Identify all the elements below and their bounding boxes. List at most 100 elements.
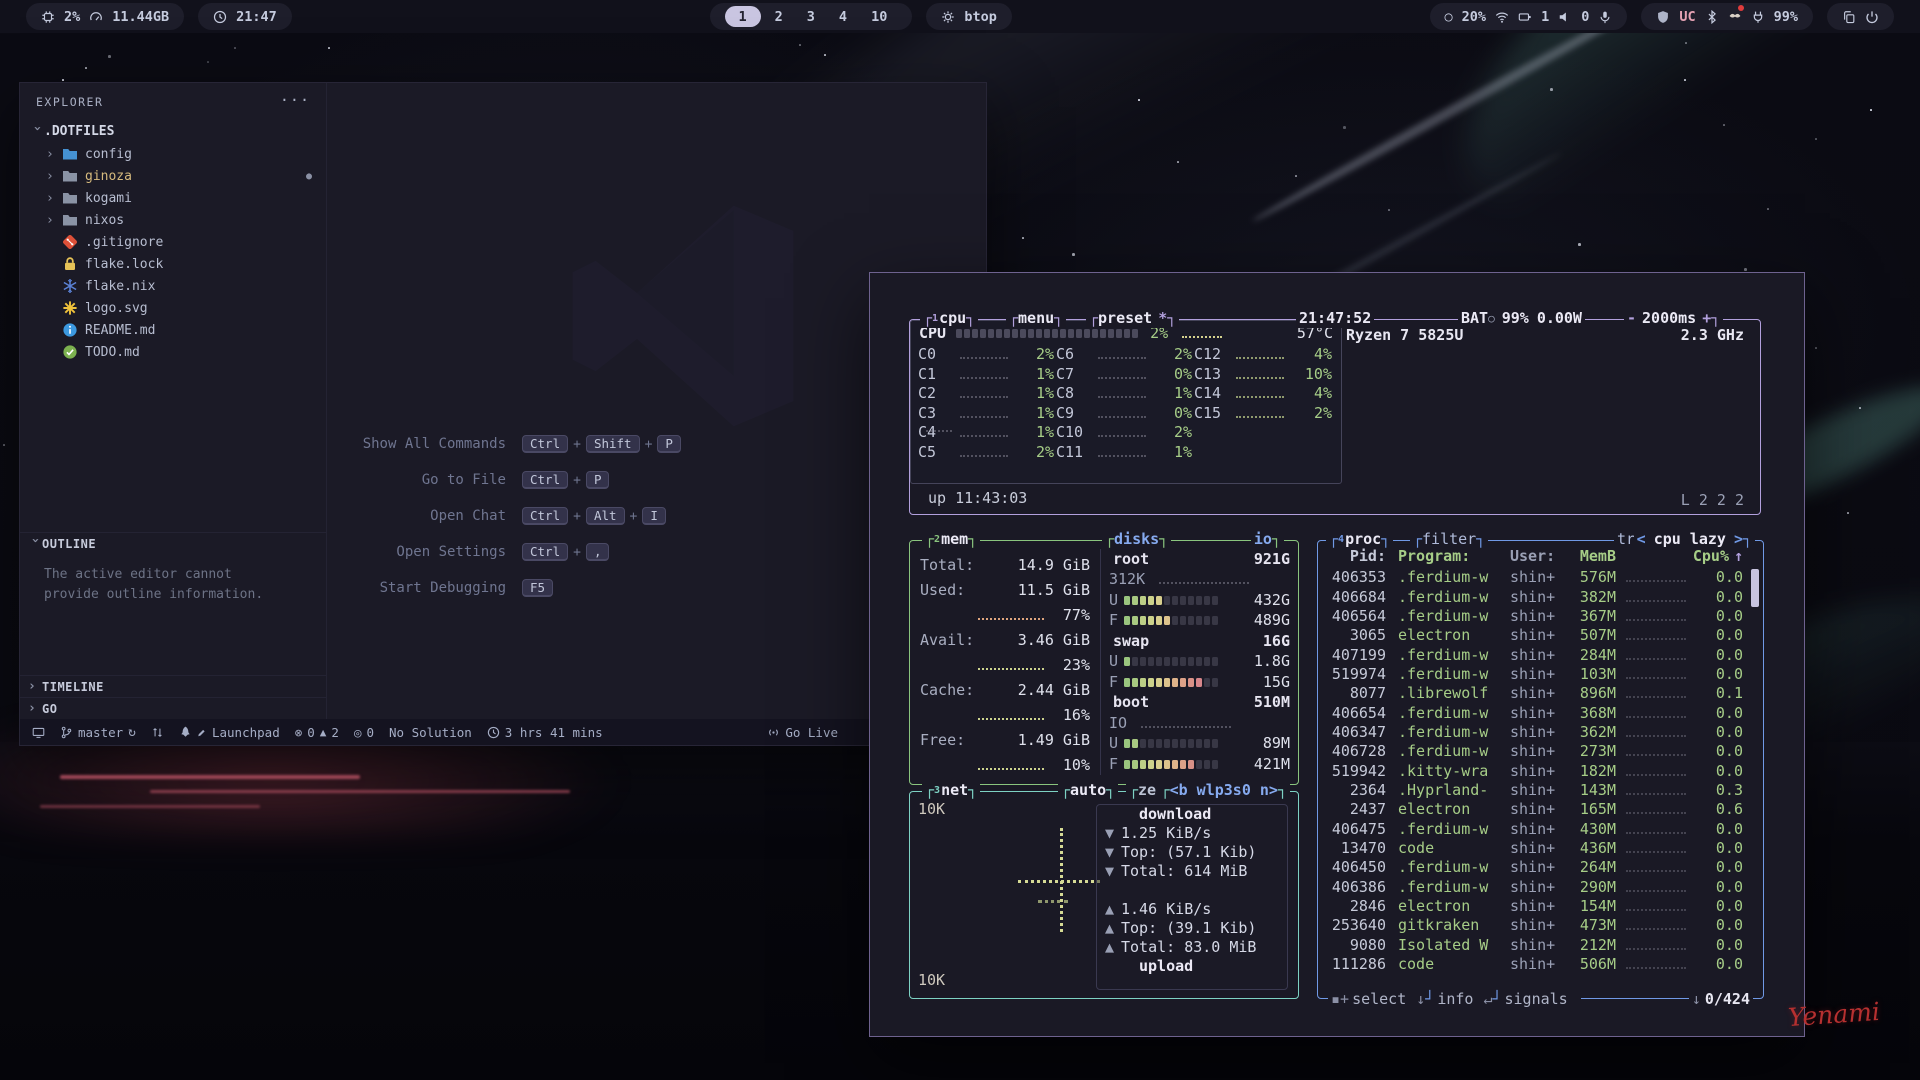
process-row[interactable]: 2364 .Hyprland- shin+ 143M 0.3 xyxy=(1324,781,1743,800)
process-user: shin+ xyxy=(1510,723,1566,742)
tree-item[interactable]: › README.md xyxy=(20,319,326,341)
explorer-title: EXPLORER xyxy=(36,95,103,109)
process-row[interactable]: 8077 .librewolf shin+ 896M 0.1 xyxy=(1324,684,1743,703)
process-name: .kitty-wra xyxy=(1398,762,1510,781)
clipboard-icon[interactable] xyxy=(1842,10,1856,24)
time-tracker-item[interactable]: 3 hrs 41 mins xyxy=(487,725,603,740)
process-row[interactable]: 406654 .ferdium-w shin+ 368M 0.0 xyxy=(1324,703,1743,722)
notification-tray-icon[interactable] xyxy=(1728,8,1742,26)
process-pid: 519974 xyxy=(1324,665,1386,684)
proc-scrollbar[interactable] xyxy=(1751,569,1759,607)
workspace-button[interactable]: 4 xyxy=(829,3,857,30)
proc-table-header[interactable]: Pid: Program: User: MemB Cpu% ↑ xyxy=(1324,547,1743,566)
process-row[interactable]: 406684 .ferdium-w shin+ 382M 0.0 xyxy=(1324,587,1743,606)
key-cap: P xyxy=(586,471,610,489)
process-row[interactable]: 2846 electron shin+ 154M 0.0 xyxy=(1324,897,1743,916)
process-row[interactable]: 13470 code shin+ 436M 0.0 xyxy=(1324,839,1743,858)
timeline-header[interactable]: › TIMELINE xyxy=(20,675,326,697)
hardware-widget[interactable]: ○ 20% 1 0 xyxy=(1430,3,1628,30)
workspace-button[interactable]: 3 xyxy=(797,3,825,30)
tree-item[interactable]: › kogami xyxy=(20,187,326,209)
git-compare-item[interactable] xyxy=(151,726,164,739)
tree-item[interactable]: › logo.svg xyxy=(20,297,326,319)
process-pid: 3065 xyxy=(1324,626,1386,645)
download-label: download xyxy=(1097,805,1287,824)
system-stats-widget[interactable]: 2% 11.44GB xyxy=(26,3,184,30)
process-name: .ferdium-w xyxy=(1398,568,1510,587)
ports-item[interactable]: ◎ 0 xyxy=(354,725,374,740)
load-average: L 2 2 2 xyxy=(1681,491,1744,510)
process-row[interactable]: 406475 .ferdium-w shin+ 430M 0.0 xyxy=(1324,819,1743,838)
power-icon[interactable] xyxy=(1865,10,1879,24)
active-window-widget[interactable]: btop xyxy=(926,3,1012,30)
proc-footer-keys[interactable]: ▪+select ↓┘info ↵┘signals xyxy=(1328,990,1581,1009)
io-title[interactable]: io┐ xyxy=(1251,530,1284,549)
kbd-battery-icon xyxy=(1518,10,1532,24)
tree-item[interactable]: › nixos xyxy=(20,209,326,231)
file-name: kogami xyxy=(85,191,132,206)
problems-item[interactable]: ⊗ 0 ▲ 2 xyxy=(295,725,339,740)
process-row[interactable]: 111286 code shin+ 506M 0.0 xyxy=(1324,955,1743,974)
mem-box-title[interactable]: ┌2mem┐ xyxy=(922,530,980,549)
process-row[interactable]: 253640 gitkraken shin+ 473M 0.0 xyxy=(1324,916,1743,935)
process-row[interactable]: 407199 .ferdium-w shin+ 284M 0.0 xyxy=(1324,645,1743,664)
keyboard-layout[interactable]: UC xyxy=(1679,9,1695,25)
tray-widget[interactable]: UC 99% xyxy=(1641,3,1813,30)
tree-item[interactable]: › ginoza ● xyxy=(20,165,326,187)
sync-icon[interactable]: ↻ xyxy=(128,725,136,740)
process-row[interactable]: 406386 .ferdium-w shin+ 290M 0.0 xyxy=(1324,878,1743,897)
outline-header[interactable]: › OUTLINE xyxy=(20,532,326,554)
tree-item[interactable]: › config xyxy=(20,143,326,165)
process-name: Isolated W xyxy=(1398,936,1510,955)
tree-root[interactable]: › .DOTFILES xyxy=(20,119,326,143)
bluetooth-icon[interactable] xyxy=(1705,10,1719,24)
tree-item[interactable]: › flake.lock xyxy=(20,253,326,275)
solution-item[interactable]: No Solution xyxy=(389,725,472,740)
file-icon xyxy=(62,168,78,184)
workspace-button[interactable]: 10 xyxy=(861,3,897,30)
tree-item[interactable]: › .gitignore xyxy=(20,231,326,253)
tree-item[interactable]: › TODO.md xyxy=(20,341,326,363)
process-user: shin+ xyxy=(1510,568,1566,587)
preset-button[interactable]: ┌preset*┐ xyxy=(1086,309,1179,328)
active-window-title: btop xyxy=(964,9,997,25)
process-row[interactable]: 9080 Isolated W shin+ 212M 0.0 xyxy=(1324,936,1743,955)
workspace-button[interactable]: 2 xyxy=(765,3,793,30)
launchpad-item[interactable]: Launchpad xyxy=(179,725,280,740)
workspace-button[interactable]: 1 xyxy=(725,6,761,27)
keybinding-hints: Show All Commands Ctrl+Shift+P Go to Fil… xyxy=(356,435,826,597)
cpu-model: Ryzen 7 5825U xyxy=(1346,326,1463,345)
hint-label: Start Debugging xyxy=(356,579,506,598)
mem-row: Total: 14.9 GiB xyxy=(920,553,1090,578)
key-cap: Alt xyxy=(586,507,625,525)
process-name: gitkraken xyxy=(1398,916,1510,935)
process-row[interactable]: 406347 .ferdium-w shin+ 362M 0.0 xyxy=(1324,723,1743,742)
git-branch-item[interactable]: master ↻ xyxy=(60,725,136,740)
disk-row: F 421M xyxy=(1109,754,1290,775)
microphone-icon xyxy=(1598,10,1612,24)
process-row[interactable]: 406353 .ferdium-w shin+ 576M 0.0 xyxy=(1324,568,1743,587)
clock-widget[interactable]: 21:47 xyxy=(198,3,292,30)
wifi-icon xyxy=(1495,10,1509,24)
process-row[interactable]: 519974 .ferdium-w shin+ 103M 0.0 xyxy=(1324,665,1743,684)
go-header[interactable]: › GO xyxy=(20,697,326,719)
process-row[interactable]: 2437 electron shin+ 165M 0.6 xyxy=(1324,800,1743,819)
key-cap: , xyxy=(586,543,610,561)
outline-message: The active editor cannot provide outline… xyxy=(44,565,294,605)
process-row[interactable]: 406564 .ferdium-w shin+ 367M 0.0 xyxy=(1324,607,1743,626)
remote-window-button[interactable] xyxy=(32,726,45,739)
vpn-shield-icon xyxy=(1656,10,1670,24)
disks-title[interactable]: ┌disks┐ xyxy=(1102,530,1171,549)
net-interface[interactable]: ┌<b wlp3s0 n>┐ xyxy=(1158,781,1290,800)
menu-button[interactable]: ┌menu┐ xyxy=(1006,309,1066,328)
cpu-box-title[interactable]: ┌1cpu┐ xyxy=(920,309,978,328)
go-live-button[interactable]: Go Live xyxy=(767,725,838,740)
process-row[interactable]: 406728 .ferdium-w shin+ 273M 0.0 xyxy=(1324,742,1743,761)
go-live-icon xyxy=(767,726,780,739)
process-row[interactable]: 3065 electron shin+ 507M 0.0 xyxy=(1324,626,1743,645)
explorer-more-icon[interactable]: ··· xyxy=(280,91,310,109)
process-row[interactable]: 406450 .ferdium-w shin+ 264M 0.0 xyxy=(1324,858,1743,877)
process-row[interactable]: 519942 .kitty-wra shin+ 182M 0.0 xyxy=(1324,761,1743,780)
core-row: C02% xyxy=(918,345,1054,365)
tree-item[interactable]: › flake.nix xyxy=(20,275,326,297)
